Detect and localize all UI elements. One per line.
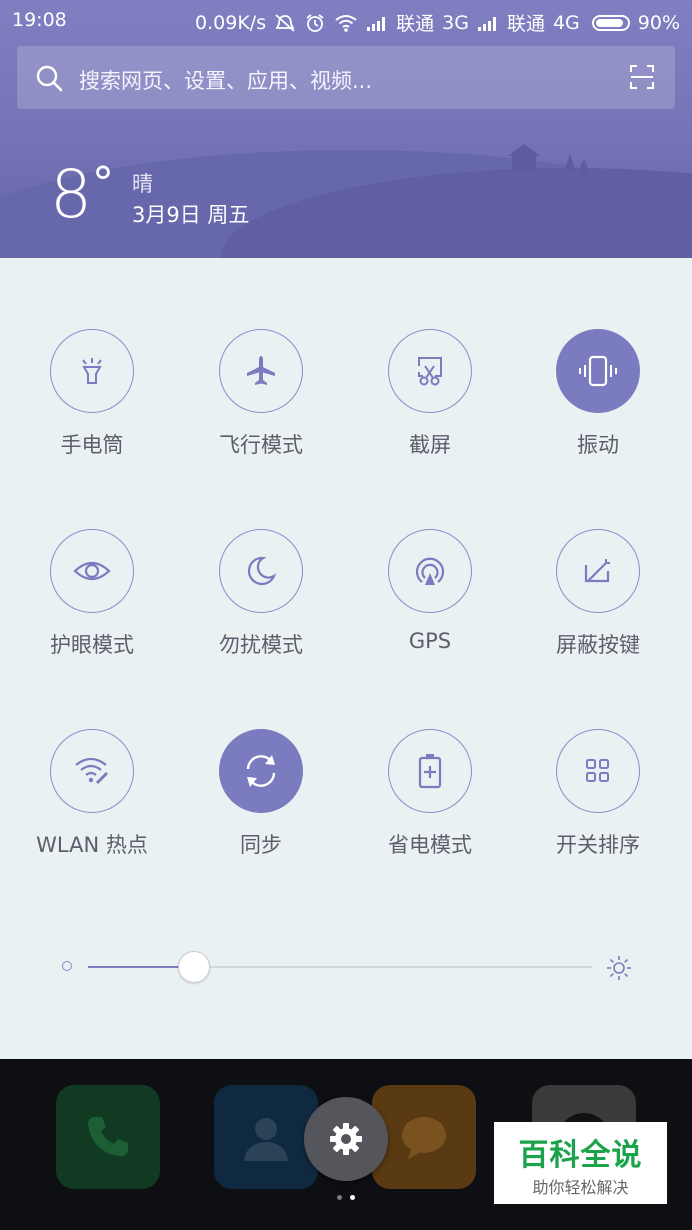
search-input[interactable]: 搜索网页、设置、应用、视频...	[79, 65, 372, 95]
tile-label: GPS	[408, 629, 452, 653]
tile-flashlight[interactable]: 手电筒	[12, 329, 172, 479]
weather-date: 3月9日 周五	[132, 203, 250, 227]
tile-airplane[interactable]: 飞行模式	[181, 329, 341, 479]
signal-icon	[367, 16, 386, 31]
brightness-thumb[interactable]	[177, 951, 210, 983]
watermark-logo: 百科全说 助你轻松解决	[494, 1122, 667, 1204]
tile-circle[interactable]	[388, 529, 472, 613]
tile-label: 振动	[577, 433, 619, 457]
alarm-icon	[306, 13, 324, 32]
gps-icon	[415, 557, 445, 585]
page-indicator	[337, 1195, 355, 1200]
tile-sort-switches[interactable]: 开关排序	[518, 729, 678, 879]
grid-icon	[586, 759, 609, 782]
battery-percent: 90%	[637, 11, 680, 34]
tile-label: 护眼模式	[50, 633, 134, 657]
tile-circle[interactable]	[556, 529, 640, 613]
tile-label: 屏蔽按键	[556, 633, 640, 657]
gear-icon	[330, 1123, 362, 1155]
status-indicators: 0.09K/s 联通 3G 联通 4G 90%	[195, 9, 680, 36]
vibrate-icon	[579, 355, 617, 387]
scan-icon[interactable]	[629, 64, 655, 90]
tile-screenshot[interactable]: 截屏	[350, 329, 510, 479]
house-icon	[508, 144, 540, 172]
tile-label: 勿扰模式	[219, 633, 303, 657]
airplane-icon	[247, 356, 275, 385]
wifi-icon	[335, 14, 357, 32]
dock-app-phone[interactable]	[56, 1085, 160, 1189]
brightness-high-icon	[607, 956, 631, 980]
hotspot-icon	[75, 757, 109, 785]
home-dock: 百科全说 助你轻松解决	[0, 1059, 692, 1230]
tile-circle[interactable]	[50, 329, 134, 413]
mute-icon	[275, 13, 295, 32]
tile-hotspot[interactable]: WLAN 热点	[12, 729, 172, 879]
eye-icon	[73, 561, 111, 581]
tile-label: 截屏	[409, 433, 451, 457]
page-dot-active	[350, 1195, 355, 1200]
signal-icon	[477, 16, 496, 31]
weather-condition: 晴	[132, 172, 153, 196]
tile-sync[interactable]: 同步	[181, 729, 341, 879]
quick-settings-panel: 手电筒 飞行模式 截屏 振动 护眼模式 勿扰模式 GPS 屏蔽按键 WLAN 热…	[0, 258, 692, 1059]
tile-eye-care[interactable]: 护眼模式	[12, 529, 172, 679]
tile-circle[interactable]	[388, 329, 472, 413]
tile-circle[interactable]	[50, 729, 134, 813]
tile-label: 开关排序	[556, 833, 640, 857]
notification-header: 19:08 0.09K/s 联通 3G 联通 4G 90% 搜索网页、设置、应用…	[0, 0, 692, 258]
watermark-title: 百科全说	[518, 1138, 643, 1173]
block-keys-icon	[584, 559, 610, 583]
tile-block-keys[interactable]: 屏蔽按键	[518, 529, 678, 679]
sync-icon	[246, 755, 276, 787]
page-dot	[337, 1195, 342, 1200]
weather-degree-symbol: °	[92, 158, 114, 209]
tile-circle[interactable]	[50, 529, 134, 613]
network-type-2: 4G	[552, 11, 580, 34]
weather-temperature: 8	[50, 156, 92, 233]
tile-circle[interactable]	[556, 329, 640, 413]
settings-button[interactable]	[304, 1097, 388, 1181]
tile-gps[interactable]: GPS	[350, 529, 510, 679]
tile-label: 飞行模式	[219, 433, 303, 457]
search-icon	[36, 65, 63, 92]
contacts-icon	[244, 1118, 288, 1161]
dock-app-contacts[interactable]	[214, 1085, 318, 1189]
screenshot-icon	[418, 357, 442, 386]
status-time: 19:08	[12, 9, 67, 31]
brightness-slider[interactable]	[58, 945, 638, 989]
network-speed: 0.09K/s	[195, 11, 267, 34]
phone-icon	[88, 1117, 128, 1157]
network-type-1: 3G	[442, 11, 469, 34]
tile-label: WLAN 热点	[36, 833, 148, 857]
tile-label: 省电模式	[388, 833, 472, 857]
messages-icon	[402, 1117, 446, 1159]
battery-saver-icon	[418, 754, 442, 789]
carrier-2: 联通	[506, 13, 545, 35]
tile-circle[interactable]	[219, 529, 303, 613]
tile-label: 手电筒	[60, 433, 124, 457]
flashlight-icon	[82, 358, 102, 384]
tile-circle[interactable]	[388, 729, 472, 813]
tile-circle[interactable]	[219, 729, 303, 813]
tile-do-not-disturb[interactable]: 勿扰模式	[181, 529, 341, 679]
brightness-low-icon	[62, 961, 72, 971]
tile-circle[interactable]	[556, 729, 640, 813]
status-bar: 19:08 0.09K/s 联通 3G 联通 4G 90%	[0, 0, 692, 40]
battery-icon	[591, 14, 630, 31]
tile-label: 同步	[240, 833, 282, 857]
tile-battery-saver[interactable]: 省电模式	[350, 729, 510, 879]
tree-icon	[564, 154, 590, 174]
carrier-1: 联通	[396, 13, 435, 35]
moon-icon	[247, 556, 277, 586]
tile-vibrate[interactable]: 振动	[518, 329, 678, 479]
brightness-track[interactable]	[88, 966, 592, 968]
watermark-subtitle: 助你轻松解决	[532, 1178, 629, 1197]
search-bar[interactable]: 搜索网页、设置、应用、视频...	[17, 46, 675, 109]
tile-circle[interactable]	[219, 329, 303, 413]
